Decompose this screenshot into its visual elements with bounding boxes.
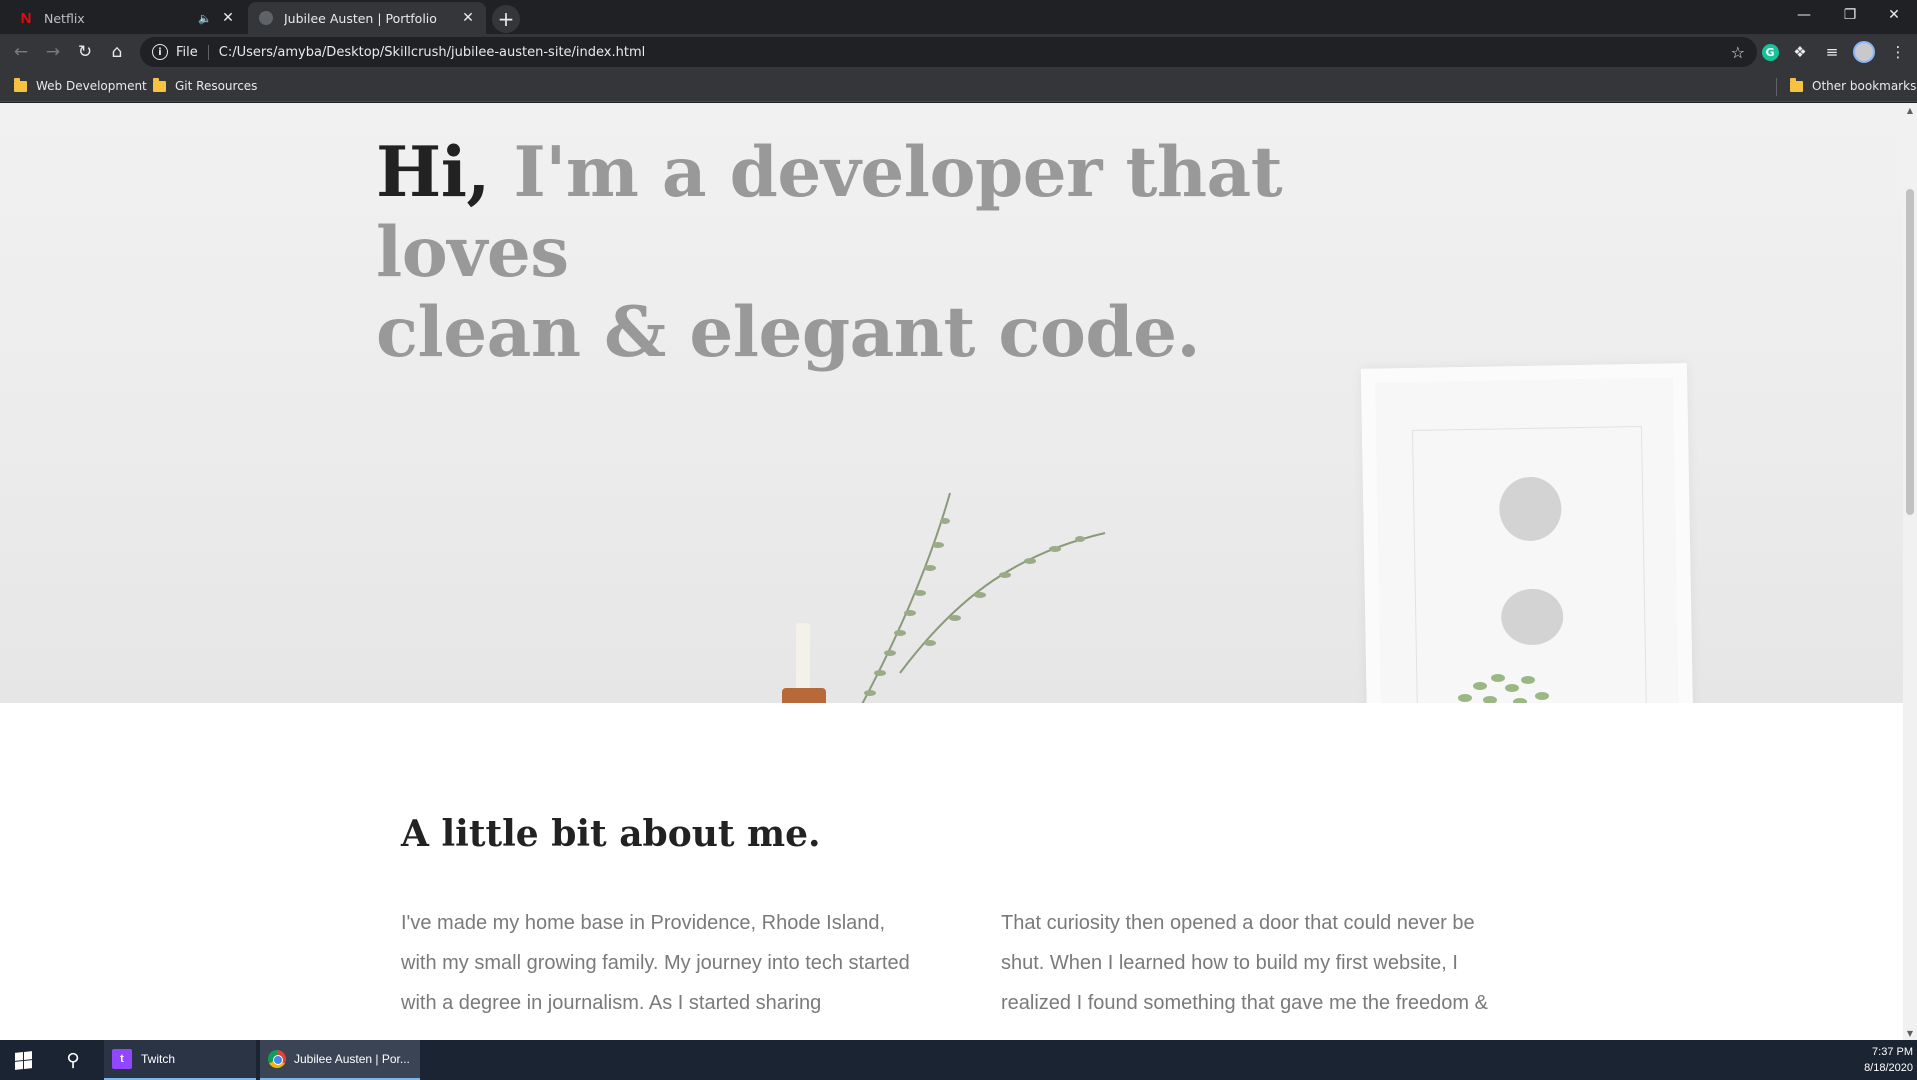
about-paragraph-left: I've made my home base in Providence, Rh…	[401, 912, 910, 1014]
bookmark-label: Other bookmarks	[1812, 79, 1917, 93]
info-icon[interactable]: i	[152, 44, 168, 60]
page-scrollbar[interactable]: ▲ ▼	[1903, 103, 1917, 1040]
scroll-up-arrow-icon[interactable]: ▲	[1903, 103, 1917, 117]
bookmark-web-development[interactable]: Web Development	[14, 76, 147, 96]
scrollbar-thumb[interactable]	[1906, 189, 1914, 515]
hero-greeting: Hi,	[376, 132, 490, 213]
minimize-button[interactable]: —	[1781, 0, 1827, 30]
windows-logo-icon	[14, 1050, 32, 1070]
folder-icon	[14, 77, 27, 92]
frame-art-circle	[1498, 476, 1562, 542]
reload-button[interactable]: ↻	[71, 38, 99, 66]
close-tab-icon[interactable]: ✕	[460, 10, 476, 26]
scroll-down-arrow-icon[interactable]: ▼	[1903, 1026, 1917, 1040]
windows-taskbar: ⚲ t Twitch Jubilee Austen | Por... 7:37 …	[0, 1040, 1917, 1080]
taskbar-app-chrome[interactable]: Jubilee Austen | Por...	[260, 1040, 420, 1080]
bookmarks-bar: Web Development Git Resources Other book…	[0, 70, 1917, 102]
forward-button[interactable]: →	[39, 38, 67, 66]
hero-section: Hi, I'm a developer that loves clean & e…	[0, 103, 1903, 703]
small-plant-image	[1458, 674, 1549, 703]
home-button[interactable]: ⌂	[103, 38, 131, 66]
speaker-muted-icon[interactable]: 🔈	[198, 12, 212, 25]
bookmark-star-icon[interactable]: ☆	[1731, 43, 1745, 62]
close-window-button[interactable]: ✕	[1871, 0, 1917, 30]
taskbar-app-label: Jubilee Austen | Por...	[294, 1052, 410, 1066]
netflix-icon: N	[20, 9, 32, 27]
hero-tagline-line2: clean & elegant code.	[376, 292, 1201, 373]
about-heading: A little bit about me.	[401, 813, 821, 855]
url-scheme: File	[176, 44, 209, 60]
globe-icon	[258, 10, 274, 26]
new-tab-button[interactable]: +	[492, 5, 520, 33]
tab-title: Netflix	[44, 10, 85, 26]
folder-icon	[1790, 77, 1803, 92]
tab-netflix[interactable]: N Netflix 🔈 ✕	[8, 2, 246, 34]
candle-holder-image	[782, 688, 826, 703]
search-icon[interactable]: ⚲	[50, 1040, 96, 1080]
hero-heading: Hi, I'm a developer that loves clean & e…	[376, 133, 1476, 373]
eucalyptus-plant-image	[861, 492, 1106, 703]
page-viewport: Hi, I'm a developer that loves clean & e…	[0, 103, 1903, 1040]
twitch-icon: t	[112, 1049, 132, 1069]
reading-list-icon[interactable]: ≡	[1820, 40, 1844, 64]
bookmarks-divider	[1776, 78, 1777, 96]
clock-time: 7:37 PM	[1872, 1046, 1913, 1058]
restore-button[interactable]: ❐	[1827, 0, 1873, 30]
hero-tagline-line1: I'm a developer that loves	[376, 132, 1283, 293]
system-clock[interactable]: 7:37 PM 8/18/2020	[1864, 1044, 1913, 1076]
grammarly-extension-icon[interactable]: G	[1758, 40, 1782, 64]
browser-toolbar: ← → ↻ ⌂ i File C:/Users/amyba/Desktop/Sk…	[0, 34, 1917, 70]
picture-frame-image	[1360, 363, 1694, 703]
bookmark-label: Git Resources	[175, 79, 258, 93]
about-paragraph-right: That curiosity then opened a door that c…	[1001, 912, 1488, 1014]
profile-avatar[interactable]	[1852, 40, 1876, 64]
back-button[interactable]: ←	[7, 38, 35, 66]
other-bookmarks[interactable]: Other bookmarks	[1790, 76, 1916, 96]
chrome-icon	[268, 1050, 286, 1068]
taskbar-app-twitch[interactable]: t Twitch	[104, 1040, 256, 1080]
address-bar[interactable]: i File C:/Users/amyba/Desktop/Skillcrush…	[140, 37, 1757, 67]
clock-date: 8/18/2020	[1864, 1062, 1913, 1074]
extensions-puzzle-icon[interactable]: ❖	[1788, 40, 1812, 64]
frame-art-circle	[1500, 588, 1564, 646]
tab-title: Jubilee Austen | Portfolio	[284, 10, 437, 26]
taskbar-app-label: Twitch	[141, 1052, 176, 1066]
start-button[interactable]	[0, 1040, 46, 1080]
url-text[interactable]: C:/Users/amyba/Desktop/Skillcrush/jubile…	[219, 45, 1731, 60]
more-menu-icon[interactable]: ⋮	[1886, 40, 1910, 64]
bookmark-git-resources[interactable]: Git Resources	[153, 76, 257, 96]
tab-strip: N Netflix 🔈 ✕ Jubilee Austen | Portfolio…	[0, 0, 1917, 34]
folder-icon	[153, 77, 166, 92]
bookmark-label: Web Development	[36, 79, 147, 93]
tab-portfolio[interactable]: Jubilee Austen | Portfolio ✕	[248, 2, 486, 34]
close-tab-icon[interactable]: ✕	[220, 10, 236, 26]
candle-image	[796, 623, 810, 689]
